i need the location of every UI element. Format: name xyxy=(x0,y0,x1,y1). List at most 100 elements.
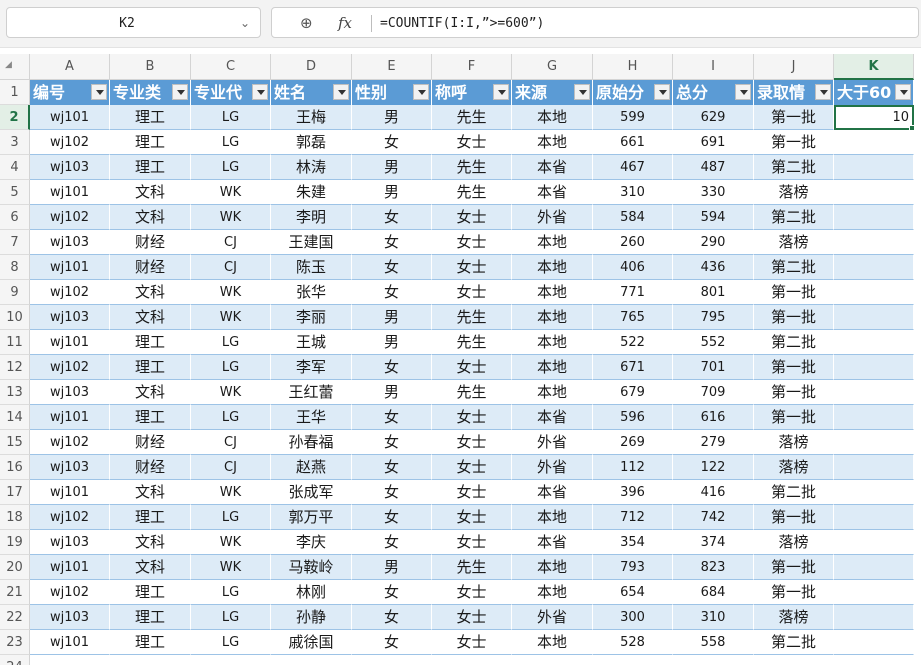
table-cell[interactable]: 财经 xyxy=(110,430,191,455)
table-cell[interactable]: 文科 xyxy=(110,380,191,405)
table-cell[interactable]: 理工 xyxy=(110,355,191,380)
table-cell[interactable]: CJ xyxy=(191,255,271,280)
table-cell[interactable]: 290 xyxy=(673,230,754,255)
row-header-18[interactable]: 18 xyxy=(0,505,30,530)
table-header-cell[interactable]: 称呼 xyxy=(432,80,512,105)
table-cell[interactable]: 女士 xyxy=(432,605,512,630)
table-cell[interactable]: 本地 xyxy=(512,505,593,530)
table-cell[interactable]: 先生 xyxy=(432,155,512,180)
table-cell[interactable]: 本省 xyxy=(512,155,593,180)
empty-cell[interactable] xyxy=(110,655,191,665)
table-cell[interactable]: 629 xyxy=(673,105,754,130)
filter-dropdown-icon[interactable] xyxy=(815,84,831,100)
row-header-8[interactable]: 8 xyxy=(0,255,30,280)
table-cell[interactable]: 文科 xyxy=(110,205,191,230)
table-cell[interactable]: 310 xyxy=(593,180,673,205)
table-cell[interactable]: WK xyxy=(191,205,271,230)
table-cell[interactable]: wj101 xyxy=(30,255,110,280)
table-cell[interactable] xyxy=(834,430,914,455)
table-cell[interactable]: 女士 xyxy=(432,480,512,505)
row-header-24[interactable]: 24 xyxy=(0,655,30,665)
active-cell[interactable]: 10 xyxy=(834,105,914,130)
filter-dropdown-icon[interactable] xyxy=(413,84,429,100)
table-cell[interactable]: LG xyxy=(191,355,271,380)
empty-cell[interactable] xyxy=(673,655,754,665)
column-header-h[interactable]: H xyxy=(593,54,673,80)
table-cell[interactable]: 马鞍岭 xyxy=(271,555,352,580)
formula-input[interactable]: ⊕ fx =COUNTIF(I:I,”>=600”) xyxy=(271,7,919,38)
column-header-i[interactable]: I xyxy=(673,54,754,80)
table-cell[interactable]: 374 xyxy=(673,530,754,555)
select-all-corner[interactable]: ◢ xyxy=(0,54,30,80)
column-header-j[interactable]: J xyxy=(754,54,834,80)
table-cell[interactable]: 396 xyxy=(593,480,673,505)
table-cell[interactable]: 第一批 xyxy=(754,580,834,605)
table-cell[interactable] xyxy=(834,530,914,555)
table-cell[interactable]: WK xyxy=(191,180,271,205)
table-cell[interactable]: 122 xyxy=(673,455,754,480)
row-header-15[interactable]: 15 xyxy=(0,430,30,455)
table-cell[interactable]: 女士 xyxy=(432,580,512,605)
table-cell[interactable]: 落榜 xyxy=(754,230,834,255)
table-cell[interactable]: 823 xyxy=(673,555,754,580)
empty-cell[interactable] xyxy=(352,655,432,665)
table-cell[interactable]: 女士 xyxy=(432,630,512,655)
table-cell[interactable]: 709 xyxy=(673,380,754,405)
empty-cell[interactable] xyxy=(834,655,914,665)
table-cell[interactable]: 第二批 xyxy=(754,255,834,280)
table-cell[interactable]: 本省 xyxy=(512,480,593,505)
table-cell[interactable] xyxy=(834,580,914,605)
table-cell[interactable]: wj102 xyxy=(30,205,110,230)
table-cell[interactable]: 女士 xyxy=(432,530,512,555)
column-header-c[interactable]: C xyxy=(191,54,271,80)
table-cell[interactable]: 李庆 xyxy=(271,530,352,555)
table-cell[interactable]: 112 xyxy=(593,455,673,480)
table-cell[interactable]: 先生 xyxy=(432,305,512,330)
table-cell[interactable]: 王梅 xyxy=(271,105,352,130)
table-cell[interactable]: wj101 xyxy=(30,480,110,505)
table-cell[interactable]: 487 xyxy=(673,155,754,180)
table-cell[interactable]: 801 xyxy=(673,280,754,305)
table-cell[interactable]: 文科 xyxy=(110,180,191,205)
table-cell[interactable]: LG xyxy=(191,630,271,655)
table-cell[interactable]: 王红蕾 xyxy=(271,380,352,405)
column-header-a[interactable]: A xyxy=(30,54,110,80)
empty-cell[interactable] xyxy=(432,655,512,665)
table-cell[interactable]: 文科 xyxy=(110,480,191,505)
table-cell[interactable]: 女士 xyxy=(432,455,512,480)
table-cell[interactable]: CJ xyxy=(191,230,271,255)
table-cell[interactable]: 第一批 xyxy=(754,105,834,130)
table-cell[interactable]: 外省 xyxy=(512,605,593,630)
table-cell[interactable]: wj101 xyxy=(30,330,110,355)
table-cell[interactable]: wj103 xyxy=(30,230,110,255)
column-header-f[interactable]: F xyxy=(432,54,512,80)
table-cell[interactable]: 文科 xyxy=(110,280,191,305)
column-header-d[interactable]: D xyxy=(271,54,352,80)
table-cell[interactable] xyxy=(834,555,914,580)
table-cell[interactable]: 第一批 xyxy=(754,380,834,405)
table-cell[interactable] xyxy=(834,230,914,255)
table-cell[interactable]: wj101 xyxy=(30,630,110,655)
table-cell[interactable]: 女 xyxy=(352,630,432,655)
table-cell[interactable]: 本地 xyxy=(512,230,593,255)
table-cell[interactable]: 女士 xyxy=(432,205,512,230)
table-header-cell[interactable]: 原始分 xyxy=(593,80,673,105)
table-cell[interactable]: 先生 xyxy=(432,180,512,205)
column-header-g[interactable]: G xyxy=(512,54,593,80)
table-cell[interactable]: 本省 xyxy=(512,405,593,430)
table-cell[interactable]: 528 xyxy=(593,630,673,655)
table-cell[interactable]: 理工 xyxy=(110,630,191,655)
formula-text[interactable]: =COUNTIF(I:I,”>=600”) xyxy=(380,8,544,39)
table-cell[interactable]: 本地 xyxy=(512,555,593,580)
table-cell[interactable]: 本地 xyxy=(512,130,593,155)
table-cell[interactable]: 女 xyxy=(352,455,432,480)
table-header-cell[interactable]: 大于60 xyxy=(834,80,914,105)
table-cell[interactable]: 本省 xyxy=(512,180,593,205)
table-cell[interactable]: wj101 xyxy=(30,105,110,130)
table-cell[interactable]: 落榜 xyxy=(754,530,834,555)
table-cell[interactable]: 王建国 xyxy=(271,230,352,255)
table-cell[interactable]: CJ xyxy=(191,430,271,455)
table-cell[interactable]: wj103 xyxy=(30,380,110,405)
row-header-4[interactable]: 4 xyxy=(0,155,30,180)
table-cell[interactable]: 孙春福 xyxy=(271,430,352,455)
